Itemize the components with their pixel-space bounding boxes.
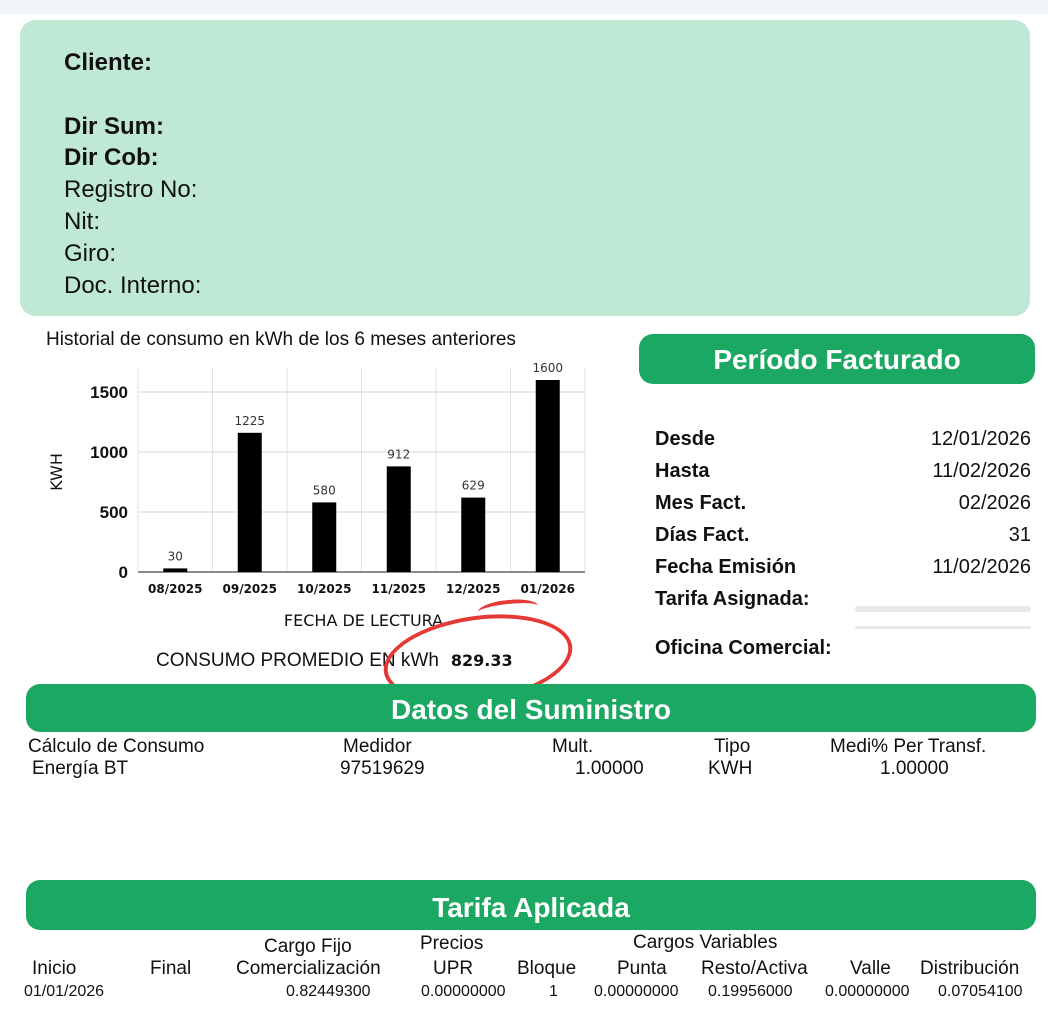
tarifa-value: 0.00000000 [594,983,679,1000]
x-axis-label: FECHA DE LECTURA [284,611,443,630]
tarifa-value: 0.00000000 [421,983,506,1000]
x-tick-label: 11/2025 [372,582,426,596]
x-tick-label: 01/2026 [521,582,575,596]
periodo-key: Días Fact. [655,524,750,546]
tarifa-value: 0.07054100 [938,983,1023,1000]
tarifa-header: UPR [433,958,474,979]
x-tick-label: 12/2025 [446,582,500,596]
consumption-chart: 0 500 1000 1500 30 08/2025 1225 09/2025 580 10/20… [47,361,586,630]
bar-value-label: 1600 [532,361,563,375]
periodo-row: Desde 12/01/2026 [655,428,1031,458]
redacted-value [855,606,1031,612]
oficina-row: Oficina Comercial: [655,637,1031,667]
periodo-value: 31 [1008,524,1031,546]
tarifa-value: 0.19956000 [708,983,793,1000]
bar [461,497,486,572]
datos-value: KWH [708,758,753,779]
tarifa-header: Comercialización [236,958,381,979]
bar [386,466,411,572]
periodo-value: 02/2026 [958,492,1031,514]
nit-label: Nit: [64,208,100,235]
doc-interno-label: Doc. Interno: [64,272,202,299]
datos-header: Mult. [552,736,594,757]
datos-value: Energía BT [32,758,129,779]
periodo-key: Mes Fact. [655,492,747,514]
bar-value-label: 580 [313,483,336,497]
x-tick-label: 09/2025 [223,582,277,596]
tarifa-header: Bloque [517,958,577,979]
bar-value-label: 1225 [234,414,265,428]
datos-header: Cálculo de Consumo [28,736,205,757]
periodo-value: 12/01/2026 [930,428,1031,450]
periodo-row: Días Fact. 31 [655,524,1031,554]
periodo-key: Desde [655,428,716,450]
periodo-value: 11/02/2026 [932,556,1031,578]
dir-sum-label: Dir Sum: [64,113,165,140]
bar [237,432,262,572]
chart-title: Historial de consumo en kWh de los 6 mes… [46,329,516,350]
periodo-value: 11/02/2026 [932,460,1031,482]
periodo-key: Tarifa Asignada: [655,588,810,610]
tarifa-aplicada-banner: Tarifa Aplicada [26,880,1036,930]
periodo-key: Fecha Emisión [655,556,797,578]
client-info-panel: Cliente: Dir Sum: Dir Cob: Registro No: … [20,20,1030,316]
y-tick-label: 1000 [90,443,128,462]
tarifa-header: Punta [617,958,667,979]
tarifa-header: Valle [850,958,891,979]
tarifa-value: 0.00000000 [825,983,910,1000]
datos-suministro-banner: Datos del Suministro [26,684,1036,732]
tarifa-group-label: Precios [420,933,484,954]
cliente-label: Cliente: [64,49,153,76]
tarifa-value: 0.82449300 [286,983,371,1000]
dir-cob-label: Dir Cob: [64,144,159,171]
tarifa-header: Final [150,958,192,979]
tarifa-value: 1 [549,983,558,1000]
bar-value-label: 629 [462,479,485,493]
datos-header: Tipo [714,736,751,757]
tarifa-group-label: Cargos Variables [633,932,778,953]
datos-header: Medi% Per Transf. [830,736,987,757]
datos-value: 97519629 [340,758,425,779]
bar-value-label: 912 [387,447,410,461]
registro-label: Registro No: [64,176,198,203]
giro-label: Giro: [64,240,117,267]
datos-header: Medidor [343,736,412,757]
y-tick-label: 0 [119,563,128,582]
periodo-row: Hasta 11/02/2026 [655,460,1031,490]
tarifa-group-label: Cargo Fijo [264,936,352,957]
redacted-value [855,626,1031,629]
tarifa-header: Inicio [32,958,77,979]
periodo-row: Mes Fact. 02/2026 [655,492,1031,522]
tarifa-value: 01/01/2026 [24,983,105,1000]
periodo-row: Tarifa Asignada: [655,588,1031,618]
top-strip [0,0,1048,14]
periodo-facturado-banner: Período Facturado [639,334,1035,384]
tarifa-header: Resto/Activa [701,958,808,979]
periodo-row: Fecha Emisión 11/02/2026 [655,556,1031,586]
datos-value: 1.00000 [575,758,644,779]
bar [163,568,188,572]
y-tick-label: 500 [100,503,128,522]
x-tick-label: 10/2025 [297,582,351,596]
datos-value: 1.00000 [880,758,949,779]
periodo-key: Hasta [655,460,710,482]
bar [312,502,337,572]
x-tick-label: 08/2025 [148,582,202,596]
tarifa-header: Distribución [920,958,1020,979]
y-axis-label: KWH [47,453,66,491]
bar [535,380,560,572]
oficina-label: Oficina Comercial: [655,637,832,659]
bar-value-label: 30 [168,549,183,563]
y-tick-label: 1500 [90,383,128,402]
